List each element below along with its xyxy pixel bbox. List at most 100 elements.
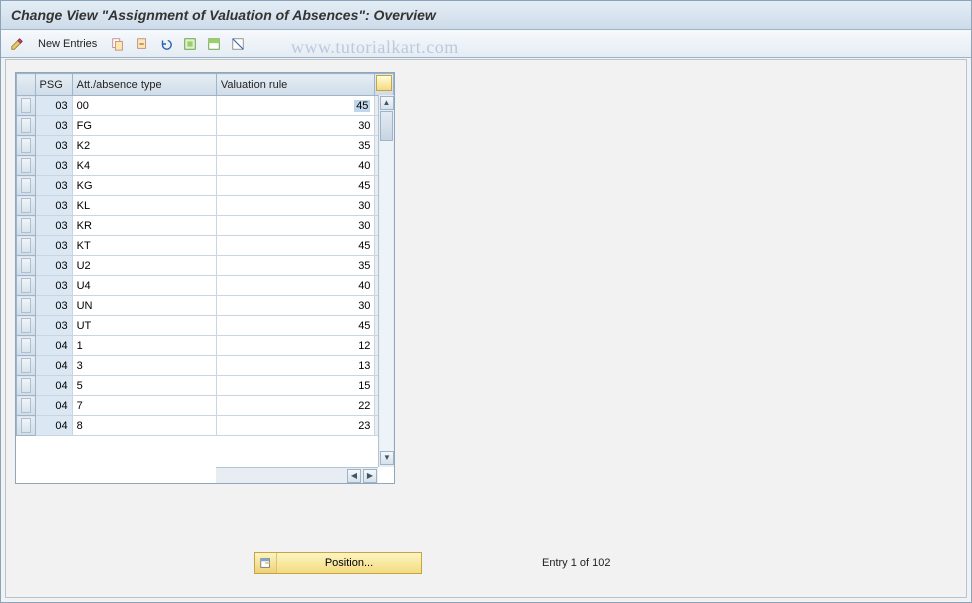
row-selector[interactable] — [17, 96, 36, 116]
cell-absence-type[interactable]: KG — [72, 176, 216, 196]
table-row: 030045 — [17, 96, 394, 116]
select-block-icon[interactable] — [204, 34, 224, 54]
cell-valuation-rule[interactable]: 35 — [216, 136, 375, 156]
cell-valuation-rule[interactable]: 13 — [216, 356, 375, 376]
position-button[interactable]: Position... — [254, 552, 422, 574]
cell-psg[interactable]: 03 — [35, 316, 72, 336]
undo-icon[interactable] — [156, 34, 176, 54]
cell-absence-type[interactable]: KL — [72, 196, 216, 216]
cell-valuation-rule[interactable]: 45 — [216, 176, 375, 196]
copy-alt-icon[interactable] — [132, 34, 152, 54]
cell-absence-type[interactable]: K2 — [72, 136, 216, 156]
row-selector[interactable] — [17, 236, 36, 256]
cell-psg[interactable]: 04 — [35, 356, 72, 376]
cell-valuation-rule[interactable]: 45 — [216, 96, 375, 116]
cell-absence-type[interactable]: U4 — [72, 276, 216, 296]
cell-psg[interactable]: 03 — [35, 296, 72, 316]
cell-absence-type[interactable]: U2 — [72, 256, 216, 276]
cell-valuation-rule[interactable]: 22 — [216, 396, 375, 416]
position-label: Position... — [277, 557, 421, 569]
row-selector[interactable] — [17, 336, 36, 356]
table-header-row: PSG Att./absence type Valuation rule — [17, 74, 394, 96]
cell-psg[interactable]: 03 — [35, 256, 72, 276]
cell-valuation-rule[interactable]: 12 — [216, 336, 375, 356]
cell-psg[interactable]: 03 — [35, 216, 72, 236]
cell-absence-type[interactable]: 3 — [72, 356, 216, 376]
cell-valuation-rule[interactable]: 15 — [216, 376, 375, 396]
scroll-thumb[interactable] — [380, 111, 393, 141]
cell-valuation-rule[interactable]: 40 — [216, 156, 375, 176]
scroll-left-icon[interactable]: ◀ — [347, 469, 361, 483]
col-header-rule[interactable]: Valuation rule — [216, 74, 375, 96]
cell-absence-type[interactable]: KR — [72, 216, 216, 236]
vertical-scrollbar[interactable]: ▲ ▼ — [378, 95, 394, 467]
col-header-psg[interactable]: PSG — [35, 74, 72, 96]
position-icon — [255, 553, 277, 573]
row-selector[interactable] — [17, 376, 36, 396]
cell-absence-type[interactable]: UN — [72, 296, 216, 316]
cell-absence-type[interactable]: 00 — [72, 96, 216, 116]
cell-psg[interactable]: 03 — [35, 136, 72, 156]
cell-valuation-rule[interactable]: 23 — [216, 416, 375, 436]
scroll-down-icon[interactable]: ▼ — [380, 451, 394, 465]
cell-absence-type[interactable]: UT — [72, 316, 216, 336]
edit-icon[interactable] — [7, 34, 27, 54]
cell-absence-type[interactable]: 7 — [72, 396, 216, 416]
cell-absence-type[interactable]: 1 — [72, 336, 216, 356]
row-selector-header[interactable] — [17, 74, 36, 96]
select-all-icon[interactable] — [180, 34, 200, 54]
cell-valuation-rule[interactable]: 35 — [216, 256, 375, 276]
cell-psg[interactable]: 03 — [35, 196, 72, 216]
cell-absence-type[interactable]: 8 — [72, 416, 216, 436]
row-selector[interactable] — [17, 256, 36, 276]
row-selector[interactable] — [17, 156, 36, 176]
cell-valuation-rule[interactable]: 30 — [216, 216, 375, 236]
scroll-right-icon[interactable]: ▶ — [363, 469, 377, 483]
cell-valuation-rule[interactable]: 45 — [216, 316, 375, 336]
cell-valuation-rule[interactable]: 30 — [216, 296, 375, 316]
table-settings-icon[interactable] — [376, 75, 392, 91]
cell-psg[interactable]: 03 — [35, 276, 72, 296]
horizontal-scrollbar[interactable]: ◀ ▶ — [216, 467, 378, 483]
cell-psg[interactable]: 04 — [35, 336, 72, 356]
table-row: 04112 — [17, 336, 394, 356]
col-header-type[interactable]: Att./absence type — [72, 74, 216, 96]
row-selector[interactable] — [17, 116, 36, 136]
cell-psg[interactable]: 03 — [35, 156, 72, 176]
row-selector[interactable] — [17, 356, 36, 376]
cell-psg[interactable]: 03 — [35, 176, 72, 196]
deselect-icon[interactable] — [228, 34, 248, 54]
cell-valuation-rule[interactable]: 30 — [216, 116, 375, 136]
copy-icon[interactable] — [108, 34, 128, 54]
cell-psg[interactable]: 03 — [35, 236, 72, 256]
table-row: 03KL30 — [17, 196, 394, 216]
cell-absence-type[interactable]: 5 — [72, 376, 216, 396]
row-selector[interactable] — [17, 296, 36, 316]
cell-absence-type[interactable]: K4 — [72, 156, 216, 176]
row-selector[interactable] — [17, 316, 36, 336]
row-selector[interactable] — [17, 136, 36, 156]
cell-valuation-rule[interactable]: 45 — [216, 236, 375, 256]
row-selector[interactable] — [17, 216, 36, 236]
cell-psg[interactable]: 03 — [35, 96, 72, 116]
table-row: 03UT45 — [17, 316, 394, 336]
scroll-up-icon[interactable]: ▲ — [380, 96, 394, 110]
row-selector[interactable] — [17, 276, 36, 296]
cell-absence-type[interactable]: FG — [72, 116, 216, 136]
row-selector[interactable] — [17, 396, 36, 416]
cell-psg[interactable]: 03 — [35, 116, 72, 136]
scroll-track[interactable] — [380, 111, 393, 451]
row-selector[interactable] — [17, 196, 36, 216]
table-settings-header[interactable] — [375, 74, 394, 96]
cell-psg[interactable]: 04 — [35, 396, 72, 416]
table-row: 04515 — [17, 376, 394, 396]
cell-valuation-rule[interactable]: 30 — [216, 196, 375, 216]
cell-psg[interactable]: 04 — [35, 376, 72, 396]
cell-psg[interactable]: 04 — [35, 416, 72, 436]
cell-valuation-rule[interactable]: 40 — [216, 276, 375, 296]
row-selector[interactable] — [17, 416, 36, 436]
cell-absence-type[interactable]: KT — [72, 236, 216, 256]
row-selector[interactable] — [17, 176, 36, 196]
footer-row: Position... Entry 1 of 102 — [6, 552, 966, 574]
new-entries-button[interactable]: New Entries — [31, 34, 104, 54]
